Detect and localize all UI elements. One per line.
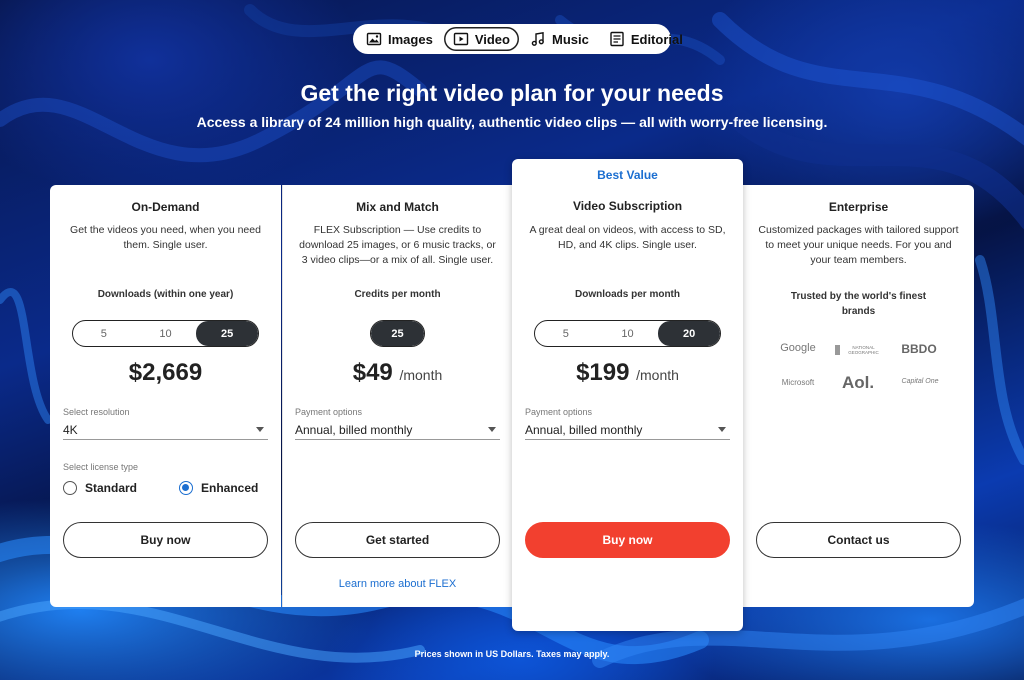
brand-logo-microsoft: Microsoft: [781, 378, 815, 387]
payment-options-select[interactable]: Annual, billed monthly: [295, 420, 500, 440]
option-10[interactable]: 10: [597, 321, 659, 346]
image-icon: [366, 32, 382, 46]
quantity-label: Credits per month: [354, 289, 441, 300]
pricing-footnote: Prices shown in US Dollars. Taxes may ap…: [414, 649, 610, 659]
payment-options-label: Payment options: [295, 407, 363, 417]
music-note-icon: [531, 31, 544, 46]
page-title: Get the right video plan for your needs: [300, 80, 724, 106]
nav-tab-music[interactable]: Music: [521, 27, 598, 51]
payment-options-label: Payment options: [525, 407, 593, 417]
plan-card-video-subscription: Best Value Video Subscription A great de…: [512, 159, 743, 631]
price-amount: $2,669: [128, 359, 203, 386]
brand-logo-bbdo: BBDO: [901, 342, 937, 356]
plan-title: Video Subscription: [572, 199, 683, 213]
play-icon: [453, 32, 469, 46]
plan-card-mix-and-match: Mix and Match FLEX Subscription — Use cr…: [282, 185, 512, 607]
brands-label: Trusted by the world's finest brands: [790, 291, 927, 317]
payment-option-value: Annual, billed monthly: [525, 422, 643, 437]
downloads-selector: 5 10 25: [72, 320, 259, 347]
nav-tab-label: Video: [474, 31, 510, 47]
license-enhanced-radio[interactable]: Enhanced: [179, 481, 258, 495]
best-value-badge: Best Value: [597, 168, 658, 182]
resolution-value: 4K: [63, 422, 78, 437]
option-5[interactable]: 5: [535, 321, 597, 346]
option-25[interactable]: 25: [371, 321, 424, 346]
plan-description: FLEX Subscription — Use credits to downl…: [299, 224, 496, 266]
brand-logo-google: Google: [780, 342, 816, 354]
brand-logo-aol: Aol.: [841, 373, 875, 392]
buy-now-button[interactable]: Buy now: [63, 522, 268, 558]
quantity-label: Downloads (within one year): [97, 289, 234, 300]
brand-logo-national-geographic: NATIONAL GEOGRAPHIC: [835, 345, 885, 355]
chevron-down-icon: [256, 427, 264, 432]
contact-us-button[interactable]: Contact us: [756, 522, 961, 558]
resolution-label: Select resolution: [63, 407, 130, 417]
nav-tab-label: Music: [551, 31, 589, 47]
chevron-down-icon: [488, 427, 496, 432]
brand-logo-capital-one: Capital One: [901, 378, 939, 385]
plan-description: Customized packages with tailored suppor…: [758, 224, 959, 266]
nav-tab-images[interactable]: Images: [357, 27, 442, 51]
price-amount: $199: [576, 359, 630, 386]
plan-card-enterprise: Enterprise Customized packages with tail…: [743, 185, 974, 607]
option-20[interactable]: 20: [658, 321, 720, 346]
nav-tab-label: Editorial: [630, 31, 683, 47]
option-5[interactable]: 5: [73, 321, 135, 346]
nav-tab-label: Images: [388, 31, 433, 47]
media-type-switcher: Images Video Music Editorial: [353, 24, 683, 54]
payment-options-select[interactable]: Annual, billed monthly: [525, 420, 730, 440]
chevron-down-icon: [718, 427, 726, 432]
option-25[interactable]: 25: [196, 321, 258, 346]
price-period: /month: [636, 367, 679, 383]
plan-title: Mix and Match: [356, 200, 439, 214]
plan-description: Get the videos you need, when you need t…: [70, 224, 261, 251]
radio-selected-icon: [179, 481, 193, 495]
payment-option-value: Annual, billed monthly: [295, 422, 413, 437]
credits-selector: 25: [370, 320, 425, 347]
plan-price: $49 /month: [283, 359, 512, 387]
radio-icon: [63, 481, 77, 495]
radio-label: Enhanced: [201, 481, 259, 495]
resolution-select[interactable]: 4K: [63, 420, 268, 440]
learn-more-flex-link[interactable]: Learn more about FLEX: [283, 578, 512, 590]
downloads-selector: 5 10 20: [534, 320, 721, 347]
plan-price: $199 /month: [512, 359, 743, 387]
plan-price: $2,669: [50, 359, 281, 387]
license-standard-radio[interactable]: Standard: [63, 481, 137, 495]
plan-card-on-demand: On-Demand Get the videos you need, when …: [50, 185, 281, 607]
get-started-button[interactable]: Get started: [295, 522, 500, 558]
radio-label: Standard: [85, 481, 138, 495]
license-label: Select license type: [63, 462, 139, 472]
plan-title: On-Demand: [131, 200, 200, 214]
price-amount: $49: [352, 359, 393, 386]
page-subtitle: Access a library of 24 million high qual…: [196, 114, 828, 130]
nav-tab-video[interactable]: Video: [443, 27, 519, 51]
plan-description: A great deal on videos, with access to S…: [529, 224, 726, 251]
newspaper-icon: [610, 31, 624, 47]
buy-now-button[interactable]: Buy now: [525, 522, 730, 558]
plan-title: Enterprise: [828, 200, 889, 214]
price-period: /month: [399, 367, 443, 383]
nav-tab-editorial[interactable]: Editorial: [600, 27, 692, 51]
quantity-label: Downloads per month: [575, 289, 680, 300]
option-10[interactable]: 10: [135, 321, 197, 346]
